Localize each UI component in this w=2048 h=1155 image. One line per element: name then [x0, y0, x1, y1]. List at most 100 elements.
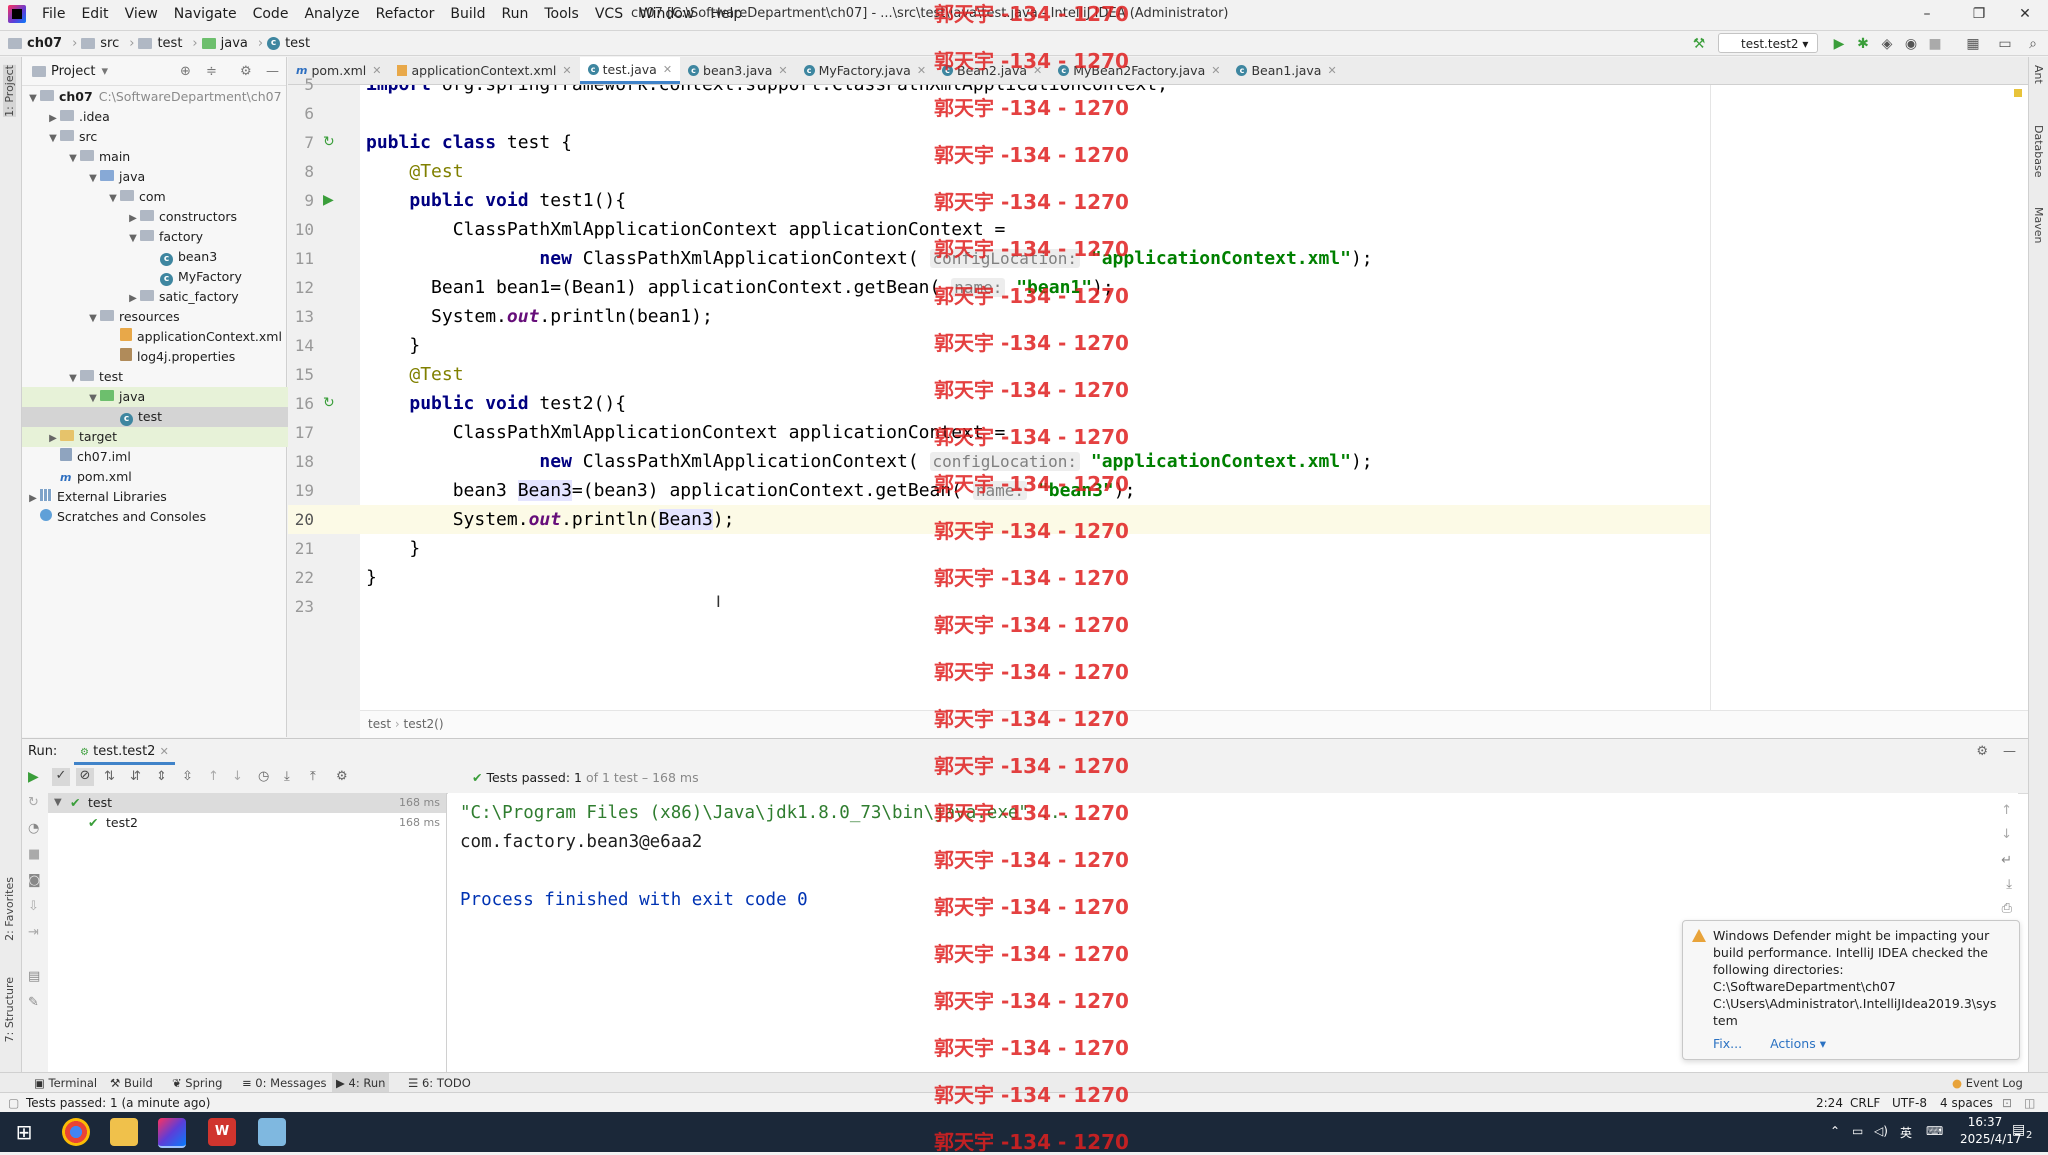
chevron-down-icon[interactable]: ▼ — [86, 309, 100, 329]
minimize-button[interactable]: – — [1904, 0, 1950, 28]
inspection-indicator-icon[interactable] — [2014, 89, 2022, 97]
wps-icon[interactable]: W — [208, 1118, 236, 1146]
project-structure-icon[interactable]: ▦ — [1964, 35, 1982, 53]
layout-icon[interactable]: ▤ — [28, 969, 40, 984]
profile-icon[interactable]: ◉ — [1902, 35, 1920, 53]
rerun-failed-icon[interactable]: ↻ — [28, 795, 39, 810]
todo-tool-tab[interactable]: ☰ 6: TODO — [408, 1073, 471, 1093]
breadcrumb-src[interactable]: src — [81, 36, 119, 51]
editor-tab[interactable]: c Bean2.java ✕ — [934, 57, 1050, 84]
project-tree-item[interactable]: ▼ main — [22, 147, 331, 167]
scroll-down-icon[interactable]: ↓ — [2001, 827, 2012, 842]
search-icon[interactable]: ⌕ — [2024, 35, 2042, 53]
project-tree-item[interactable]: ▶ External Libraries — [22, 487, 291, 507]
chevron-down-icon[interactable]: ▼ — [86, 169, 100, 189]
test-case-row[interactable]: ✔ test2 168 ms — [48, 813, 446, 833]
messages-tool-tab[interactable]: ≡ 0: Messages — [242, 1073, 327, 1093]
history-icon[interactable]: ◷ — [258, 769, 269, 784]
coverage-icon[interactable]: ◈ — [1878, 35, 1896, 53]
chevron-right-icon[interactable]: ▶ — [26, 489, 40, 509]
test-suite-row[interactable]: ▼ ✔ test 168 ms — [48, 793, 446, 813]
dump-threads-icon[interactable]: ⇩ — [28, 899, 39, 914]
show-passed-icon[interactable]: ✓ — [52, 768, 70, 786]
chevron-right-icon[interactable]: ▶ — [126, 289, 140, 309]
network-icon[interactable]: ▭ — [1852, 1124, 1863, 1138]
menu-file[interactable]: File — [34, 0, 73, 28]
close-tab-icon[interactable]: ✕ — [663, 63, 672, 76]
build-hammer-icon[interactable]: ⚒ — [1690, 35, 1708, 53]
editor-tab[interactable]: c Bean1.java ✕ — [1228, 57, 1344, 84]
chevron-down-icon[interactable]: ▼ — [86, 389, 100, 409]
breadcrumb-java[interactable]: java — [201, 36, 248, 51]
breadcrumb-method[interactable]: test2() — [404, 717, 444, 731]
previous-icon[interactable]: ↑ — [208, 769, 219, 784]
menu-view[interactable]: View — [117, 0, 166, 28]
project-tree-item[interactable]: ▶ .idea — [22, 107, 311, 127]
ime-indicator[interactable]: 英 — [1900, 1124, 1912, 1141]
show-ignored-icon[interactable]: ⊘ — [76, 768, 94, 786]
chevron-down-icon[interactable]: ▾ — [101, 64, 108, 79]
project-tree-item[interactable]: ▼ src — [22, 127, 311, 147]
close-tab-icon[interactable]: ✕ — [1211, 64, 1220, 77]
maven-tool-tab[interactable]: Maven — [2032, 207, 2045, 243]
indent-setting[interactable]: 4 spaces — [1940, 1093, 1993, 1113]
clock-time[interactable]: 16:37 — [1960, 1115, 2010, 1129]
favorites-tool-tab[interactable]: 2: Favorites — [3, 877, 16, 941]
chevron-down-icon[interactable]: ▼ — [66, 369, 80, 389]
chrome-icon[interactable] — [62, 1118, 90, 1146]
collapse-all-icon[interactable]: ⇳ — [182, 769, 193, 784]
gear-icon[interactable]: ⚙ — [336, 769, 348, 784]
menu-run[interactable]: Run — [494, 0, 537, 28]
run-test-gutter-icon[interactable]: ↻ — [323, 395, 335, 411]
scroll-up-icon[interactable]: ↑ — [2001, 803, 2012, 818]
breadcrumb-project[interactable]: ch07 — [8, 36, 62, 51]
tray-chevron-icon[interactable]: ⌃ — [1830, 1124, 1840, 1138]
ant-tool-tab[interactable]: Ant — [2032, 65, 2045, 84]
camera-icon[interactable]: ◙ — [28, 873, 41, 888]
project-tool-tab[interactable]: 1: Project — [3, 65, 16, 117]
chevron-down-icon[interactable]: ▼ — [26, 89, 40, 109]
terminal-tool-tab[interactable]: ▣ Terminal — [34, 1073, 97, 1093]
run-test-gutter-icon[interactable]: ▶ — [323, 192, 334, 208]
menu-navigate[interactable]: Navigate — [166, 0, 245, 28]
run-icon[interactable]: ▶ — [1830, 35, 1848, 53]
structure-tool-tab[interactable]: 7: Structure — [3, 977, 16, 1042]
event-log-tool-tab[interactable]: ● Event Log — [1952, 1073, 2023, 1093]
menu-build[interactable]: Build — [442, 0, 493, 28]
project-tree-item[interactable]: ▼ ch07 C:\SoftwareDepartment\ch07 — [22, 87, 291, 107]
chevron-down-icon[interactable]: ▼ — [46, 129, 60, 149]
close-tab-icon[interactable]: ✕ — [1327, 64, 1336, 77]
toggle-autotest-icon[interactable]: ◔ — [28, 821, 39, 836]
run-tool-tab[interactable]: ▶ 4: Run — [332, 1073, 390, 1093]
editor-tab[interactable]: c test.java ✕ — [579, 57, 681, 84]
hide-panel-icon[interactable]: — — [2003, 739, 2016, 765]
import-icon[interactable]: ⤓ — [284, 769, 290, 784]
rerun-icon[interactable]: ▶ — [28, 769, 39, 785]
print-icon[interactable]: ⎙ — [2002, 901, 2012, 916]
project-tree-item[interactable]: ▶ target — [22, 427, 311, 447]
build-tool-tab[interactable]: ⚒ Build — [110, 1073, 153, 1093]
project-tree-item[interactable]: ▼ test — [22, 367, 331, 387]
editor-tab[interactable]: c MyFactory.java ✕ — [796, 57, 934, 84]
sort-duration-icon[interactable]: ⇵ — [130, 769, 141, 784]
menu-edit[interactable]: Edit — [73, 0, 116, 28]
status-square-icon[interactable]: ▢ — [8, 1093, 19, 1113]
breadcrumb-test[interactable]: test — [138, 36, 182, 51]
lock-icon[interactable]: ⊡ — [2002, 1093, 2012, 1113]
chevron-down-icon[interactable]: ▼ — [106, 189, 120, 209]
export-icon[interactable]: ⤒ — [310, 769, 316, 784]
chevron-right-icon[interactable]: ▶ — [46, 109, 60, 129]
intellij-taskbar-icon[interactable] — [158, 1118, 186, 1148]
close-tab-icon[interactable]: ✕ — [778, 64, 787, 77]
run-test-gutter-icon[interactable]: ↻ — [323, 134, 335, 150]
notification-center-icon[interactable]: ▤ — [2012, 1122, 2025, 1138]
chevron-down-icon[interactable]: ▼ — [126, 229, 140, 249]
caret-position[interactable]: 2:24 — [1816, 1093, 1843, 1113]
breadcrumb-class[interactable]: test — [368, 717, 391, 731]
close-tab-icon[interactable]: ✕ — [160, 745, 169, 758]
hide-panel-icon[interactable]: — — [266, 64, 279, 79]
chevron-right-icon[interactable]: ▶ — [126, 209, 140, 229]
editor-tab[interactable]: applicationContext.xml ✕ — [389, 57, 579, 84]
debug-icon[interactable]: ✱ — [1854, 35, 1872, 53]
gear-icon[interactable]: ⚙ — [1976, 739, 1988, 765]
